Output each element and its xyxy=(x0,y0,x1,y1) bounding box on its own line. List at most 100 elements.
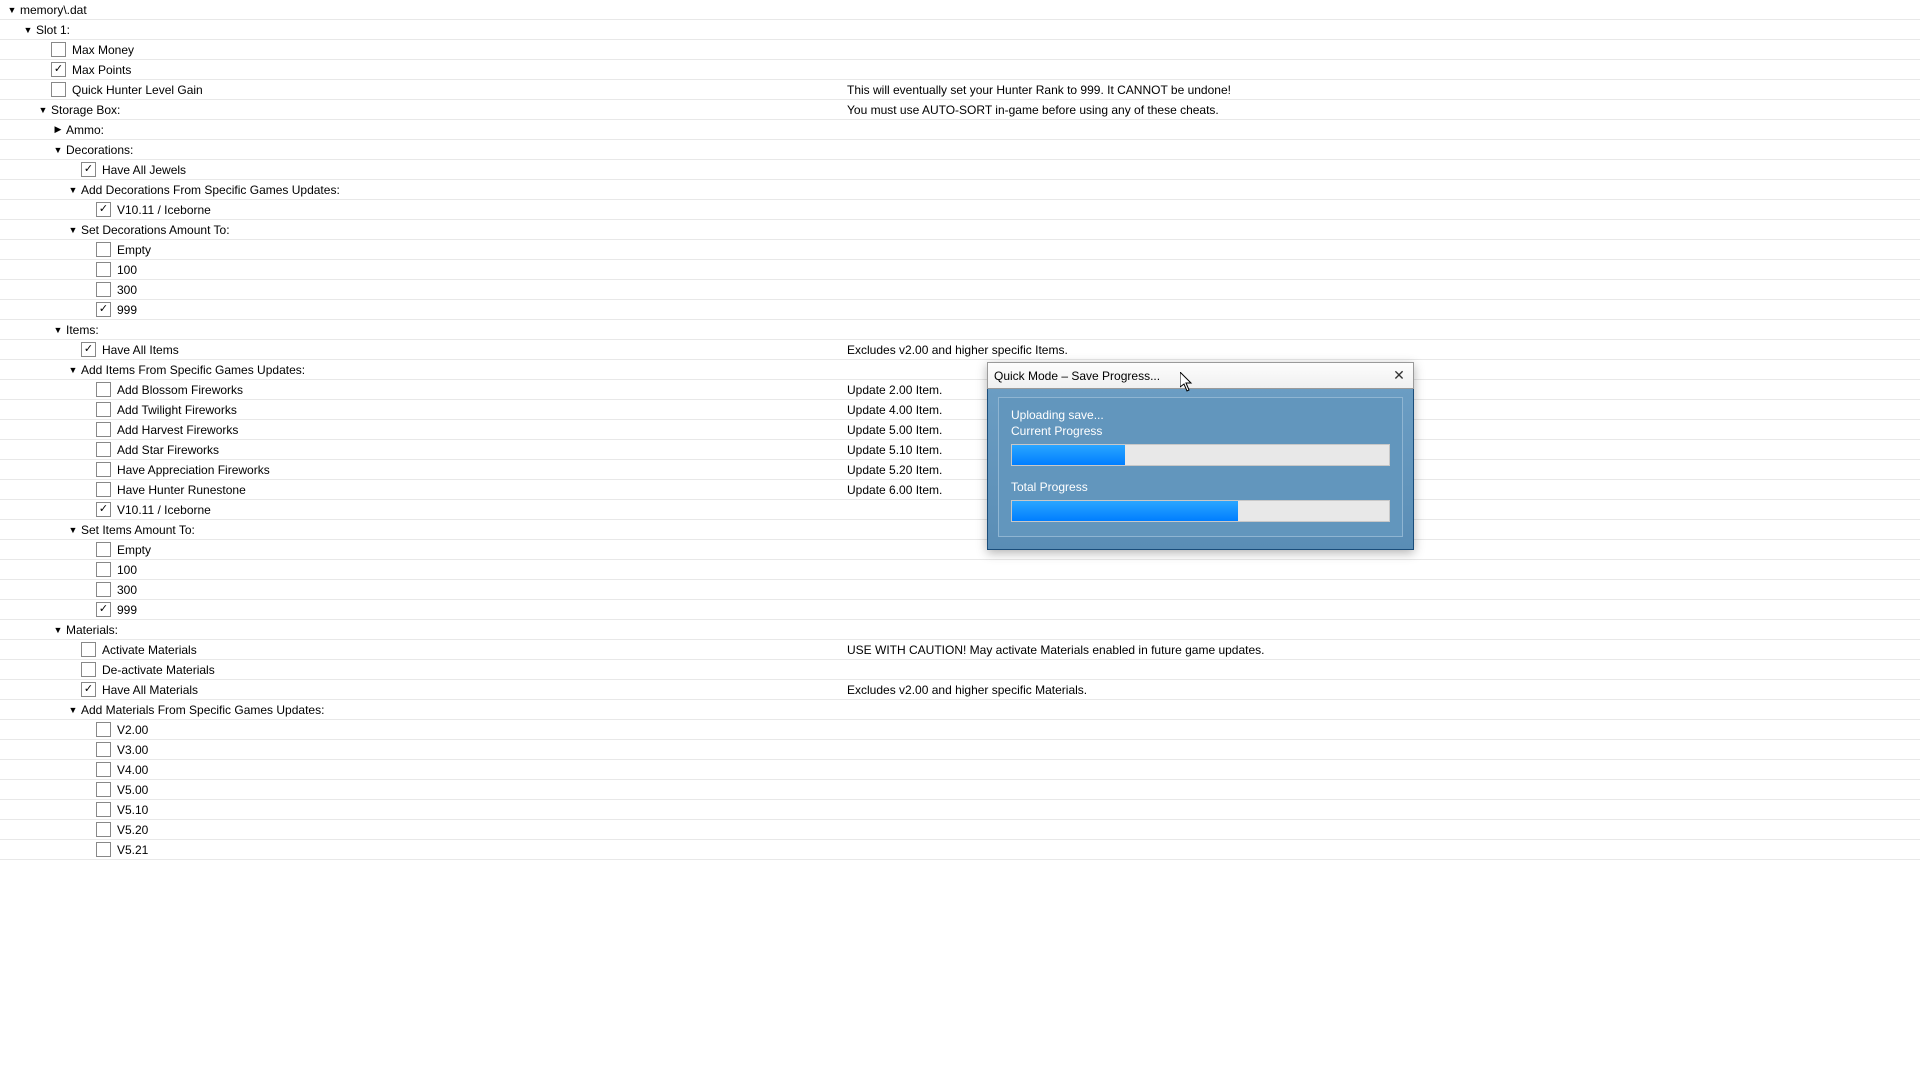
tree-node-ammo[interactable]: ▶ Ammo: xyxy=(0,120,1920,140)
checkbox[interactable] xyxy=(96,442,111,457)
checkbox[interactable] xyxy=(81,642,96,657)
checkbox[interactable] xyxy=(96,422,111,437)
collapse-icon[interactable]: ▶ xyxy=(52,124,64,135)
tree-item-item-v1011[interactable]: ▼ V10.11 / Iceborne xyxy=(0,500,1920,520)
checkbox[interactable] xyxy=(96,802,111,817)
tree-node-decorations[interactable]: ▼ Decorations: xyxy=(0,140,1920,160)
expand-icon[interactable]: ▼ xyxy=(37,105,49,115)
tree-item-add-twilight[interactable]: ▼ Add Twilight Fireworks Update 4.00 Ite… xyxy=(0,400,1920,420)
tree-item-mat-v200[interactable]: ▼ V2.00 xyxy=(0,720,1920,740)
tree-item-add-harvest[interactable]: ▼ Add Harvest Fireworks Update 5.00 Item… xyxy=(0,420,1920,440)
tree-item-max-points[interactable]: ▼ Max Points xyxy=(0,60,1920,80)
tree-node-add-mat-from[interactable]: ▼ Add Materials From Specific Games Upda… xyxy=(0,700,1920,720)
checkbox[interactable] xyxy=(96,242,111,257)
tree-item-have-all-jewels[interactable]: ▼ Have All Jewels xyxy=(0,160,1920,180)
checkbox[interactable] xyxy=(96,822,111,837)
tree-item-item-100[interactable]: ▼ 100 xyxy=(0,560,1920,580)
node-label: Materials: xyxy=(66,623,118,637)
tree-item-deco-999[interactable]: ▼ 999 xyxy=(0,300,1920,320)
checkbox[interactable] xyxy=(96,202,111,217)
expand-icon[interactable]: ▼ xyxy=(6,5,18,15)
tree-node-items[interactable]: ▼ Items: xyxy=(0,320,1920,340)
tree-item-activate-materials[interactable]: ▼ Activate Materials USE WITH CAUTION! M… xyxy=(0,640,1920,660)
checkbox[interactable] xyxy=(96,582,111,597)
item-label: V10.11 / Iceborne xyxy=(117,203,211,217)
checkbox[interactable] xyxy=(96,602,111,617)
node-label: Decorations: xyxy=(66,143,133,157)
item-note: Update 5.10 Item. xyxy=(847,443,942,457)
checkbox[interactable] xyxy=(96,722,111,737)
checkbox[interactable] xyxy=(96,842,111,857)
tree-node-add-items-from[interactable]: ▼ Add Items From Specific Games Updates: xyxy=(0,360,1920,380)
tree-item-mat-v400[interactable]: ▼ V4.00 xyxy=(0,760,1920,780)
checkbox[interactable] xyxy=(81,662,96,677)
tree-item-item-300[interactable]: ▼ 300 xyxy=(0,580,1920,600)
tree-item-have-appreciation[interactable]: ▼ Have Appreciation Fireworks Update 5.2… xyxy=(0,460,1920,480)
close-icon[interactable]: ✕ xyxy=(1389,365,1409,385)
node-label: Ammo: xyxy=(66,123,104,137)
item-label: Add Harvest Fireworks xyxy=(117,423,238,437)
checkbox[interactable] xyxy=(96,302,111,317)
checkbox[interactable] xyxy=(96,482,111,497)
checkbox[interactable] xyxy=(96,282,111,297)
checkbox[interactable] xyxy=(96,542,111,557)
checkbox[interactable] xyxy=(96,262,111,277)
node-label: Slot 1: xyxy=(36,23,70,37)
tree-item-item-empty[interactable]: ▼ Empty xyxy=(0,540,1920,560)
checkbox[interactable] xyxy=(96,562,111,577)
expand-icon[interactable]: ▼ xyxy=(67,225,79,235)
tree-item-have-runestone[interactable]: ▼ Have Hunter Runestone Update 6.00 Item… xyxy=(0,480,1920,500)
checkbox[interactable] xyxy=(81,342,96,357)
tree-item-deactivate-materials[interactable]: ▼ De-activate Materials xyxy=(0,660,1920,680)
tree-item-item-999[interactable]: ▼ 999 xyxy=(0,600,1920,620)
checkbox[interactable] xyxy=(96,502,111,517)
dialog-titlebar[interactable]: Quick Mode – Save Progress... ✕ xyxy=(987,362,1414,389)
checkbox[interactable] xyxy=(81,682,96,697)
tree-item-mat-v520[interactable]: ▼ V5.20 xyxy=(0,820,1920,840)
tree-item-deco-empty[interactable]: ▼ Empty xyxy=(0,240,1920,260)
checkbox[interactable] xyxy=(96,782,111,797)
checkbox[interactable] xyxy=(96,742,111,757)
checkbox[interactable] xyxy=(51,42,66,57)
cheat-tree: ▼ memory\.dat ▼ Slot 1: ▼ Max Money ▼ Ma… xyxy=(0,0,1920,860)
checkbox[interactable] xyxy=(96,762,111,777)
checkbox[interactable] xyxy=(96,402,111,417)
item-label: V5.21 xyxy=(117,843,148,857)
expand-icon[interactable]: ▼ xyxy=(67,365,79,375)
tree-item-mat-v500[interactable]: ▼ V5.00 xyxy=(0,780,1920,800)
tree-item-add-star[interactable]: ▼ Add Star Fireworks Update 5.10 Item. xyxy=(0,440,1920,460)
tree-node-set-items-amount[interactable]: ▼ Set Items Amount To: xyxy=(0,520,1920,540)
tree-item-have-all-items[interactable]: ▼ Have All Items Excludes v2.00 and high… xyxy=(0,340,1920,360)
node-label: Set Items Amount To: xyxy=(81,523,195,537)
checkbox[interactable] xyxy=(51,82,66,97)
tree-node-set-deco-amount[interactable]: ▼ Set Decorations Amount To: xyxy=(0,220,1920,240)
tree-node-materials[interactable]: ▼ Materials: xyxy=(0,620,1920,640)
item-label: 999 xyxy=(117,303,137,317)
tree-node-root[interactable]: ▼ memory\.dat xyxy=(0,0,1920,20)
tree-node-storage-box[interactable]: ▼ Storage Box: You must use AUTO-SORT in… xyxy=(0,100,1920,120)
expand-icon[interactable]: ▼ xyxy=(52,145,64,155)
tree-item-have-all-materials[interactable]: ▼ Have All Materials Excludes v2.00 and … xyxy=(0,680,1920,700)
tree-item-mat-v521[interactable]: ▼ V5.21 xyxy=(0,840,1920,860)
expand-icon[interactable]: ▼ xyxy=(67,705,79,715)
expand-icon[interactable]: ▼ xyxy=(52,625,64,635)
tree-item-mat-v510[interactable]: ▼ V5.10 xyxy=(0,800,1920,820)
tree-node-add-deco-from[interactable]: ▼ Add Decorations From Specific Games Up… xyxy=(0,180,1920,200)
item-label: V2.00 xyxy=(117,723,148,737)
checkbox[interactable] xyxy=(96,462,111,477)
tree-item-deco-100[interactable]: ▼ 100 xyxy=(0,260,1920,280)
expand-icon[interactable]: ▼ xyxy=(67,525,79,535)
expand-icon[interactable]: ▼ xyxy=(22,25,34,35)
tree-item-mat-v300[interactable]: ▼ V3.00 xyxy=(0,740,1920,760)
tree-item-quick-hunter[interactable]: ▼ Quick Hunter Level Gain This will even… xyxy=(0,80,1920,100)
tree-item-deco-300[interactable]: ▼ 300 xyxy=(0,280,1920,300)
tree-node-slot1[interactable]: ▼ Slot 1: xyxy=(0,20,1920,40)
expand-icon[interactable]: ▼ xyxy=(67,185,79,195)
tree-item-max-money[interactable]: ▼ Max Money xyxy=(0,40,1920,60)
checkbox[interactable] xyxy=(51,62,66,77)
tree-item-deco-v1011[interactable]: ▼ V10.11 / Iceborne xyxy=(0,200,1920,220)
tree-item-add-blossom[interactable]: ▼ Add Blossom Fireworks Update 2.00 Item… xyxy=(0,380,1920,400)
checkbox[interactable] xyxy=(81,162,96,177)
checkbox[interactable] xyxy=(96,382,111,397)
expand-icon[interactable]: ▼ xyxy=(52,325,64,335)
